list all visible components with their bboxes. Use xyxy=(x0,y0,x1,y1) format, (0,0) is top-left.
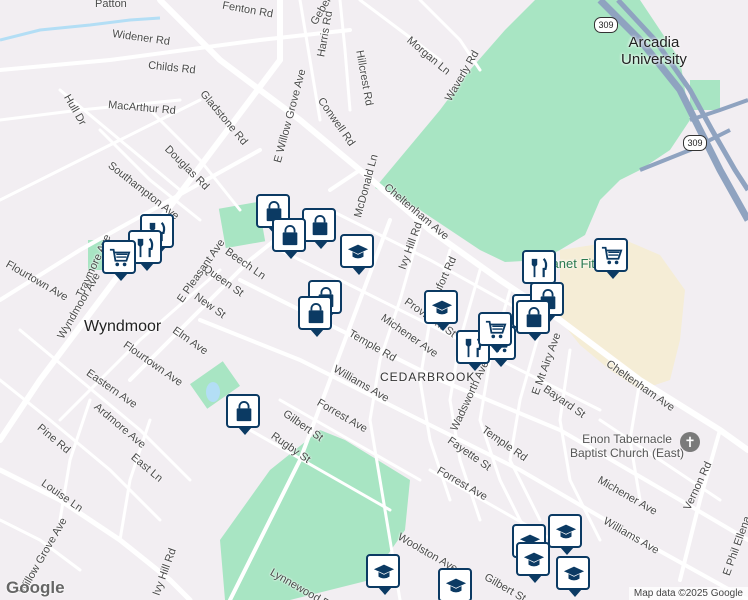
shopping-marker[interactable] xyxy=(516,300,550,341)
school-icon xyxy=(445,578,467,593)
restaurant-marker[interactable] xyxy=(522,250,556,291)
school-marker[interactable] xyxy=(556,556,590,597)
school-marker[interactable] xyxy=(424,290,458,331)
shopping-marker[interactable] xyxy=(298,296,332,337)
restaurant-icon xyxy=(137,238,154,258)
shopping-marker[interactable] xyxy=(226,394,260,435)
map-base xyxy=(0,0,748,600)
restaurant-icon xyxy=(531,258,548,278)
place-wyndmoor: Wyndmoor xyxy=(84,318,162,335)
school-icon xyxy=(373,564,395,579)
school-marker[interactable] xyxy=(516,542,550,583)
grocery-marker[interactable] xyxy=(102,240,136,281)
place-arcadia-university: Arcadia University xyxy=(621,34,687,68)
grocery-icon xyxy=(601,246,623,265)
school-icon xyxy=(523,552,545,567)
shopping-marker[interactable] xyxy=(302,208,336,249)
church-icon[interactable]: ✝ xyxy=(680,432,700,452)
map-attribution[interactable]: Map data ©2025 Google xyxy=(628,587,748,600)
grocery-marker[interactable] xyxy=(594,238,628,279)
school-marker[interactable] xyxy=(340,234,374,275)
school-icon xyxy=(431,300,453,315)
route-shield-309-north: 309 xyxy=(594,17,618,33)
school-marker[interactable] xyxy=(366,554,400,595)
school-icon xyxy=(563,566,585,581)
map-canvas[interactable]: Arcadia University Wyndmoor CEDARBROOK P… xyxy=(0,0,748,600)
shopping-icon xyxy=(526,307,542,328)
shopping-icon xyxy=(282,225,298,246)
shopping-icon xyxy=(236,401,252,422)
place-cedarbrook: CEDARBROOK xyxy=(380,370,476,384)
school-marker[interactable] xyxy=(438,568,472,600)
route-shield-309-south: 309 xyxy=(683,135,707,151)
shopping-icon xyxy=(308,303,324,324)
grocery-icon xyxy=(485,320,507,339)
street-label: Patton xyxy=(95,0,127,10)
school-icon xyxy=(347,244,369,259)
school-icon xyxy=(555,524,577,539)
google-logo: Google xyxy=(6,578,65,597)
place-enon-church: Enon Tabernacle Baptist Church (East) xyxy=(570,432,685,460)
school-marker[interactable] xyxy=(548,514,582,555)
shopping-icon xyxy=(312,215,328,236)
grocery-icon xyxy=(109,248,131,267)
shopping-marker[interactable] xyxy=(272,218,306,259)
pond xyxy=(206,382,220,402)
grocery-marker[interactable] xyxy=(478,312,512,353)
